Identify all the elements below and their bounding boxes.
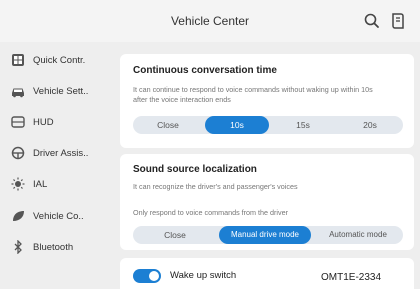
option-20s[interactable]: 20s (337, 116, 403, 134)
figure-code: OMT1E-2334 (318, 271, 385, 284)
bluetooth-icon (14, 240, 22, 254)
sidebar-item-driver-assistance[interactable]: Driver Assis.. (10, 141, 110, 165)
sidebar-item-quick-controls[interactable]: Quick Contr. (10, 48, 110, 72)
conversation-time-selector: Close 10s 15s 20s (133, 116, 403, 134)
sidebar-item-label: Vehicle Co.. (33, 210, 84, 222)
card-description: It can recognize the driver's and passen… (133, 182, 298, 191)
toggle-knob (149, 271, 159, 281)
sidebar-item-label: HUD (33, 116, 54, 128)
headlight-icon (11, 177, 25, 191)
sidebar-item-hud[interactable]: HUD (10, 110, 110, 134)
continuous-conversation-card: Continuous conversation time It can cont… (120, 54, 414, 148)
search-icon[interactable] (362, 11, 382, 31)
option-automatic-mode[interactable]: Automatic mode (313, 226, 403, 244)
option-10s[interactable]: 10s (205, 116, 269, 134)
sidebar-item-label: Vehicle Sett.. (33, 85, 89, 97)
sidebar-item-bluetooth[interactable]: Bluetooth (10, 235, 110, 259)
manual-book-icon[interactable] (388, 11, 408, 31)
page-title: Vehicle Center (170, 14, 250, 28)
card-title: Continuous conversation time (133, 65, 277, 76)
sidebar-item-vehicle-control[interactable]: Vehicle Co.. (10, 204, 110, 228)
sidebar-item-label: Driver Assis.. (33, 147, 89, 159)
sidebar-item-vehicle-settings[interactable]: Vehicle Sett.. (10, 79, 110, 103)
option-close[interactable]: Close (133, 116, 203, 134)
option-15s[interactable]: 15s (271, 116, 335, 134)
header-bar: Vehicle Center (0, 0, 420, 42)
hud-icon (11, 116, 25, 128)
sound-source-localization-card: Sound source localization It can recogni… (120, 154, 414, 250)
card-title: Sound source localization (133, 164, 257, 175)
car-icon (12, 88, 24, 98)
sidebar-item-label: Bluetooth (33, 241, 74, 253)
option-close[interactable]: Close (133, 226, 217, 244)
card-description: It can continue to respond to voice comm… (133, 85, 373, 104)
sound-source-mode-selector: Close Manual drive mode Automatic mode (133, 226, 403, 244)
steering-wheel-icon (11, 146, 25, 160)
sidebar: Quick Contr. Vehicle Sett.. HUD Driver A… (0, 42, 112, 289)
sidebar-item-ial[interactable]: IAL (10, 172, 110, 196)
sidebar-item-label: IAL (33, 178, 48, 190)
wake-up-toggle[interactable] (133, 269, 161, 283)
sidebar-item-label: Quick Contr. (33, 54, 86, 66)
leaf-icon (13, 211, 24, 221)
settings-panel: Continuous conversation time It can cont… (112, 42, 420, 289)
wake-up-label: Wake up switch (170, 270, 237, 281)
option-manual-drive-mode[interactable]: Manual drive mode (219, 226, 311, 244)
card-note: Only respond to voice commands from the … (133, 208, 288, 217)
grid-icon (12, 54, 24, 66)
